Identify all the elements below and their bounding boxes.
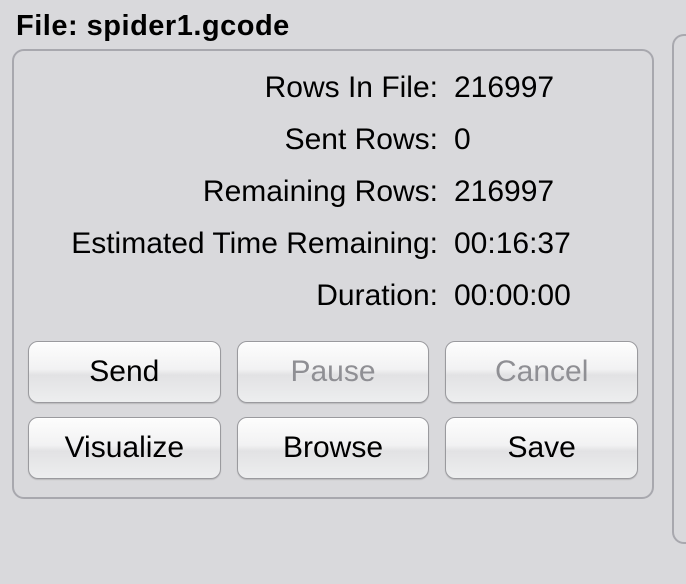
duration-value: 00:00:00 [454,279,634,313]
button-row-1: Send Pause Cancel [28,341,638,403]
browse-button[interactable]: Browse [237,417,430,479]
sent-rows-value: 0 [454,123,634,157]
save-button[interactable]: Save [445,417,638,479]
visualize-button[interactable]: Visualize [28,417,221,479]
remaining-rows-label: Remaining Rows: [32,175,438,209]
duration-label: Duration: [32,279,438,313]
cancel-button[interactable]: Cancel [445,341,638,403]
button-row-2: Visualize Browse Save [28,417,638,479]
send-button[interactable]: Send [28,341,221,403]
adjacent-panel-edge [672,34,686,544]
remaining-rows-value: 216997 [454,175,634,209]
file-info-panel: Rows In File: 216997 Sent Rows: 0 Remain… [12,49,654,499]
file-title: File: spider1.gcode [16,10,674,43]
file-prefix: File: [16,10,87,42]
rows-in-file-label: Rows In File: [32,71,438,105]
file-name: spider1.gcode [87,10,290,42]
pause-button[interactable]: Pause [237,341,430,403]
est-time-value: 00:16:37 [454,227,634,261]
sent-rows-label: Sent Rows: [32,123,438,157]
stats-grid: Rows In File: 216997 Sent Rows: 0 Remain… [28,71,638,313]
est-time-label: Estimated Time Remaining: [32,227,438,261]
rows-in-file-value: 216997 [454,71,634,105]
